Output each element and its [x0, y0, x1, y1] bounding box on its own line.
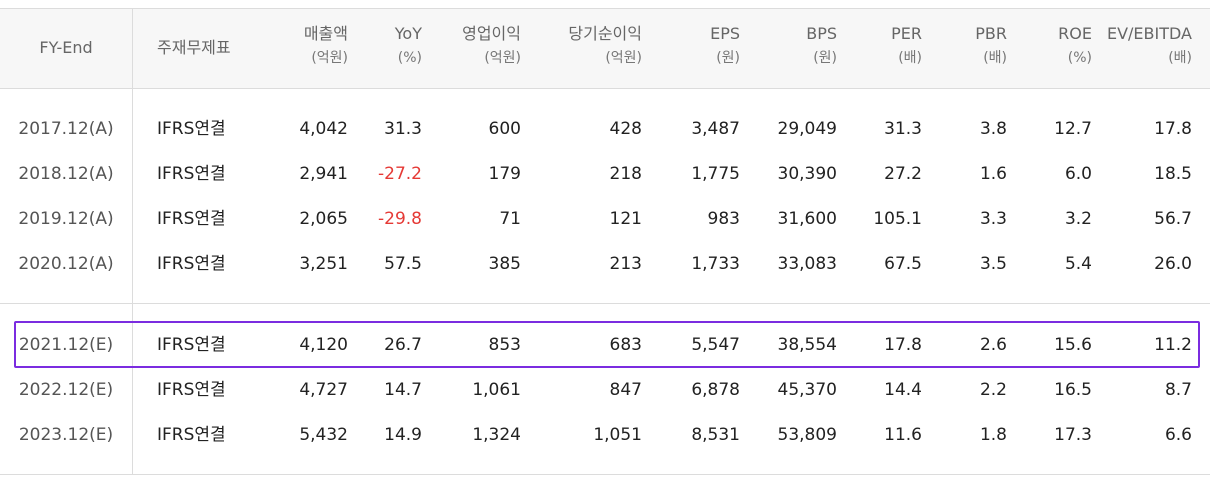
header-yoy: YoY (%)	[394, 24, 422, 66]
cell-fy-end: 2018.12(A)	[18, 164, 114, 184]
cell-net-income: 121	[609, 209, 642, 229]
cell-eps: 1,775	[691, 164, 740, 184]
cell-operating-income: 1,324	[472, 425, 521, 445]
cell-operating-income: 71	[499, 209, 521, 229]
cell-statement: IFRS연결	[157, 164, 226, 184]
column-divider	[132, 8, 133, 474]
cell-net-income: 1,051	[593, 425, 642, 445]
cell-yoy: 14.7	[384, 380, 422, 400]
header-statement: 주재무제표	[157, 38, 231, 57]
cell-eps: 983	[707, 209, 740, 229]
cell-operating-income: 1,061	[472, 380, 521, 400]
cell-yoy: 57.5	[384, 254, 422, 274]
cell-eps: 3,487	[691, 119, 740, 139]
cell-operating-income: 385	[488, 254, 521, 274]
cell-statement: IFRS연결	[157, 335, 226, 355]
header-eps: EPS (원)	[710, 24, 740, 66]
cell-yoy: 31.3	[384, 119, 422, 139]
cell-fy-end: 2021.12(E)	[18, 335, 114, 355]
cell-fy-end: 2023.12(E)	[18, 425, 114, 445]
cell-ev-ebitda: 6.6	[1164, 425, 1192, 445]
cell-eps: 5,547	[691, 335, 740, 355]
header-net-income: 당기순이익 (억원)	[568, 24, 642, 66]
cell-net-income: 683	[609, 335, 642, 355]
cell-net-income: 218	[609, 164, 642, 184]
cell-ev-ebitda: 56.7	[1154, 209, 1192, 229]
cell-fy-end: 2022.12(E)	[18, 380, 114, 400]
header-operating-income: 영업이익 (억원)	[462, 24, 521, 66]
cell-net-income: 213	[609, 254, 642, 274]
cell-yoy: 26.7	[384, 335, 422, 355]
divider	[0, 474, 1210, 475]
cell-statement: IFRS연결	[157, 119, 226, 139]
cell-ev-ebitda: 8.7	[1164, 380, 1192, 400]
cell-statement: IFRS연결	[157, 425, 226, 445]
cell-ev-ebitda: 18.5	[1154, 164, 1192, 184]
cell-fy-end: 2020.12(A)	[18, 254, 114, 274]
cell-eps: 1,733	[691, 254, 740, 274]
cell-net-income: 847	[609, 380, 642, 400]
cell-statement: IFRS연결	[157, 380, 226, 400]
cell-operating-income: 179	[488, 164, 521, 184]
divider	[0, 303, 1210, 304]
cell-ev-ebitda: 17.8	[1154, 119, 1192, 139]
cell-operating-income: 600	[488, 119, 521, 139]
cell-ev-ebitda: 11.2	[1154, 335, 1192, 355]
cell-yoy: -27.2	[378, 164, 422, 184]
cell-net-income: 428	[609, 119, 642, 139]
cell-yoy: -29.8	[378, 209, 422, 229]
header-fy-end: FY-End	[39, 38, 93, 57]
header-ev-ebitda: EV/EBITDA (배)	[1106, 24, 1192, 66]
cell-eps: 6,878	[691, 380, 740, 400]
cell-eps: 8,531	[691, 425, 740, 445]
cell-statement: IFRS연결	[157, 209, 226, 229]
divider	[0, 88, 1210, 89]
cell-yoy: 14.9	[384, 425, 422, 445]
financial-table: FY-End 주재무제표 매출액 (억원) YoY (%) 영업이익 (억원) 당기순…	[0, 0, 1210, 482]
cell-fy-end: 2017.12(A)	[18, 119, 114, 139]
divider	[0, 8, 1210, 9]
cell-fy-end: 2019.12(A)	[18, 209, 114, 229]
cell-operating-income: 853	[488, 335, 521, 355]
cell-ev-ebitda: 26.0	[1154, 254, 1192, 274]
cell-statement: IFRS연결	[157, 254, 226, 274]
